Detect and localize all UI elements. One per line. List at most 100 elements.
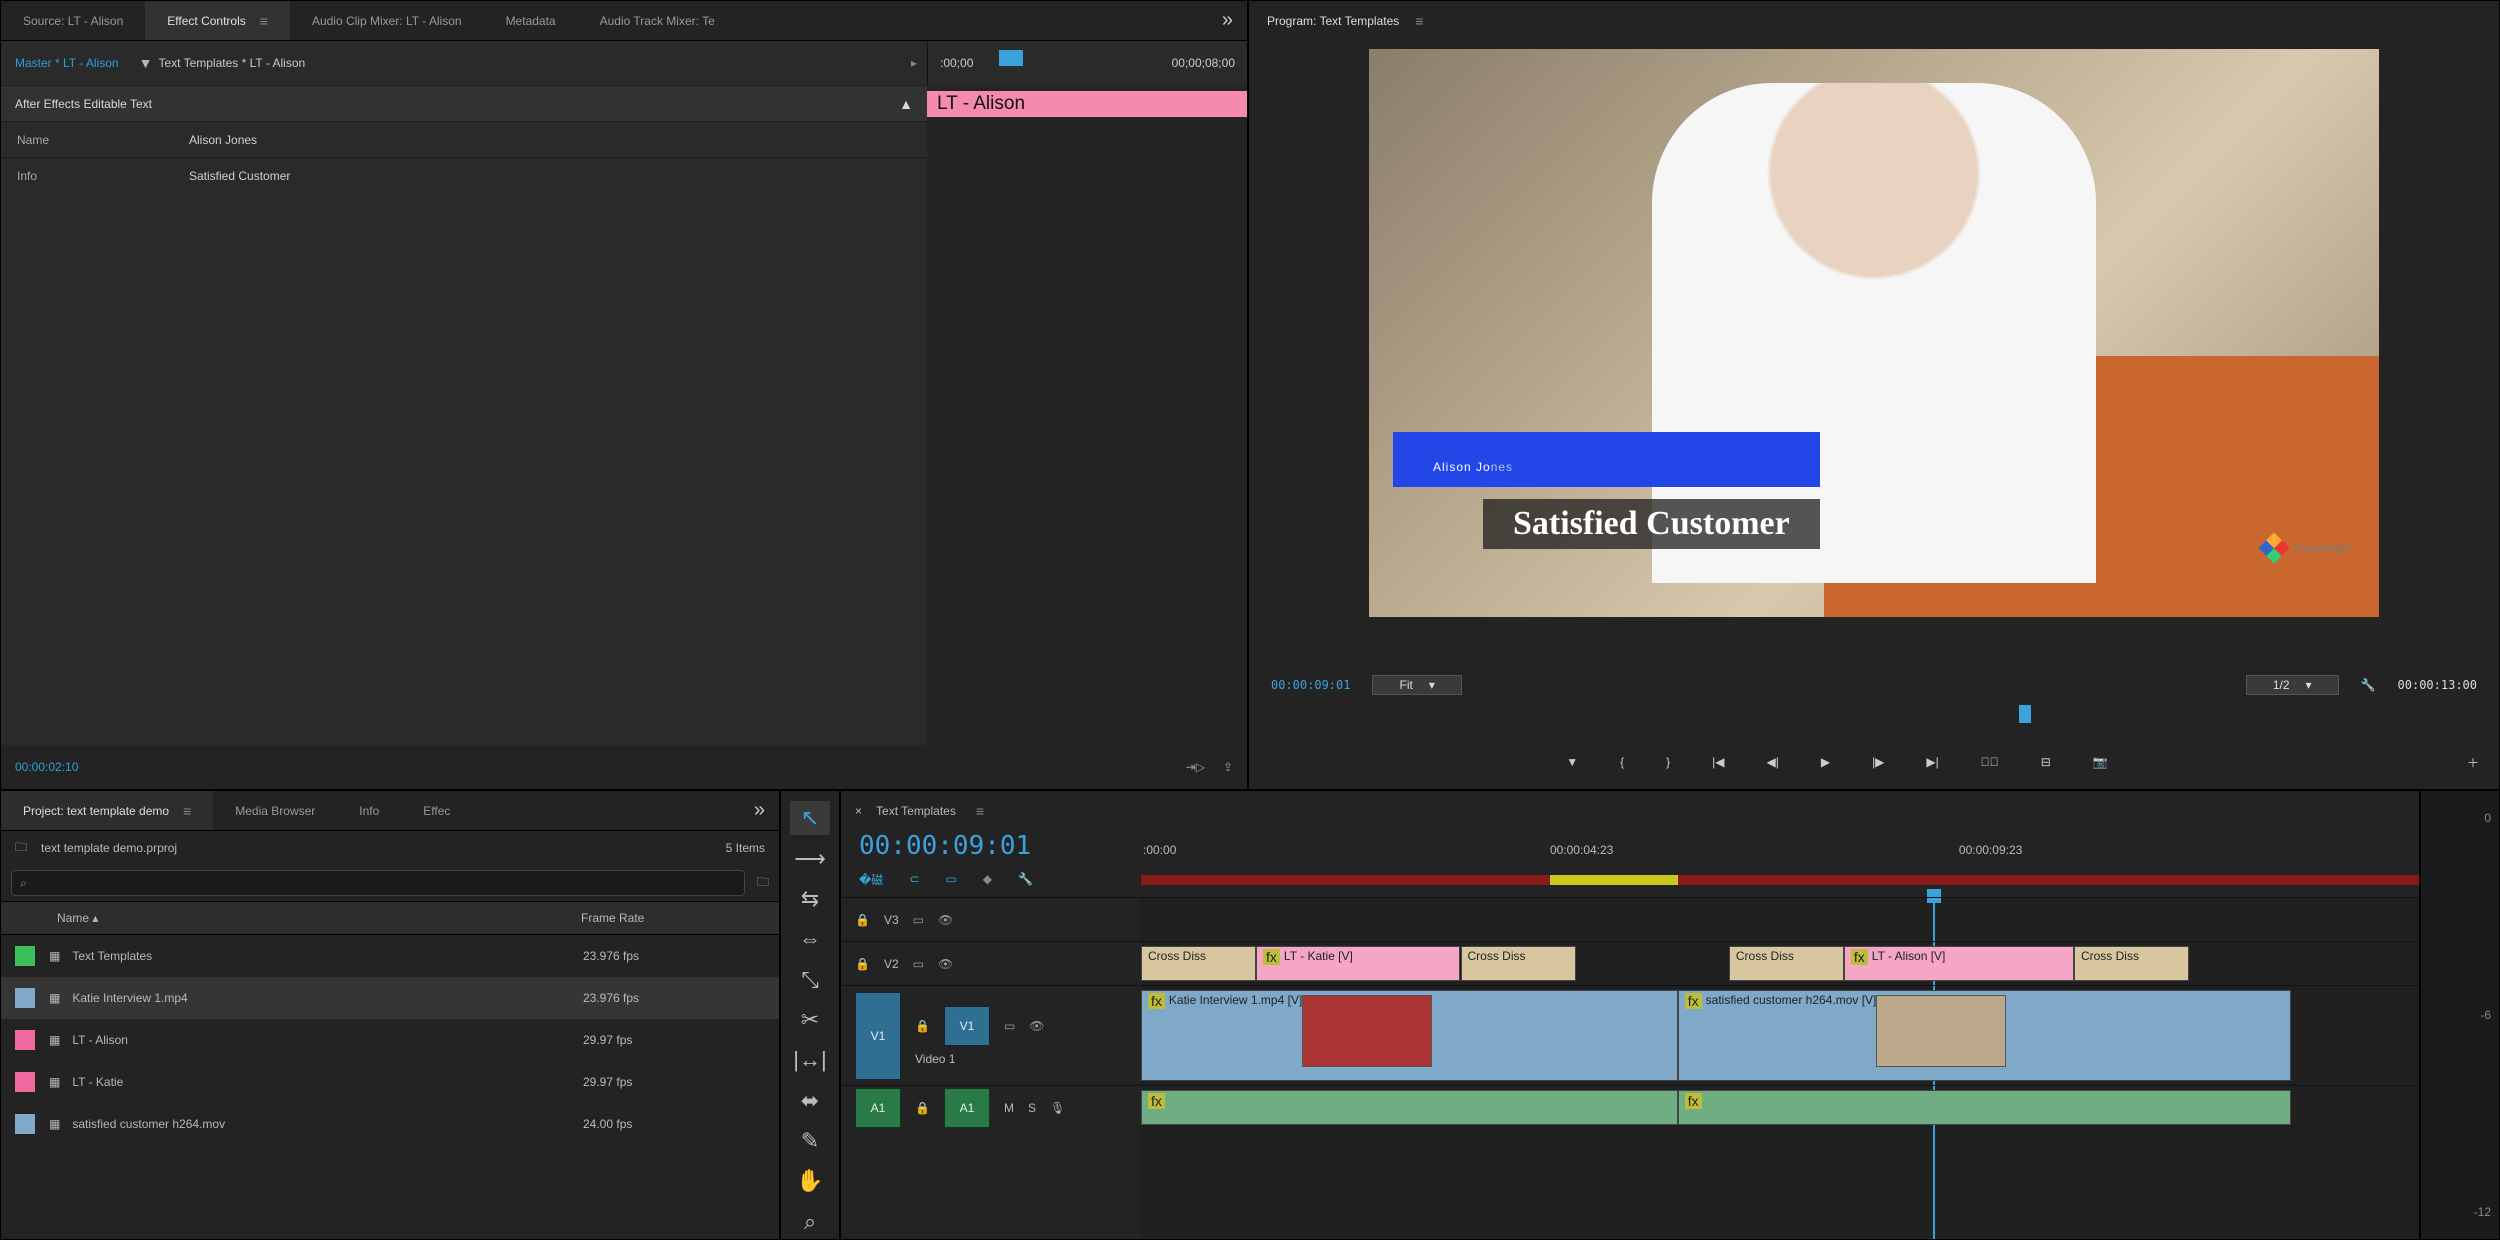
lock-icon[interactable]: 🔒 xyxy=(855,913,870,927)
project-item[interactable]: ▦LT - Katie 29.97 fps xyxy=(1,1061,779,1103)
program-current-tc[interactable]: 00:00:09:01 xyxy=(1271,678,1350,692)
sync-lock-icon[interactable]: ▭ xyxy=(913,957,924,971)
label-swatch[interactable] xyxy=(15,988,35,1008)
close-sequence-icon[interactable]: × xyxy=(855,804,862,818)
lock-icon[interactable]: 🔒 xyxy=(855,957,870,971)
timeline-clip[interactable]: fxLT - Katie [V] xyxy=(1256,946,1460,981)
label-swatch[interactable] xyxy=(15,946,35,966)
rolling-edit-tool[interactable]: ⇔ xyxy=(790,922,830,956)
track-header-v3[interactable]: 🔒 V3 ▭ 👁 xyxy=(841,897,1141,941)
project-search-input[interactable]: ⌕ xyxy=(11,870,745,896)
tab-audio-clip-mixer[interactable]: Audio Clip Mixer: LT - Alison xyxy=(290,1,484,40)
time-ruler[interactable]: :00:00 00:00:04:23 00:00:09:23 xyxy=(1141,843,2419,875)
timeline-clip[interactable]: Cross Diss xyxy=(1141,946,1256,981)
timeline-clip[interactable]: Cross Diss xyxy=(2074,946,2189,981)
tab-source[interactable]: Source: LT - Alison xyxy=(1,1,145,40)
razor-tool[interactable]: ✂ xyxy=(790,1003,830,1037)
tabs-overflow-button[interactable]: » xyxy=(1208,9,1247,32)
hand-tool[interactable]: ✋ xyxy=(790,1164,830,1198)
project-item[interactable]: ▦Katie Interview 1.mp4 23.976 fps xyxy=(1,977,779,1019)
mini-timeline-clip[interactable]: LT - Alison xyxy=(927,91,1247,117)
source-patch-a1[interactable]: A1 xyxy=(855,1088,901,1128)
track-header-v1[interactable]: V1 🔒 V1 ▭ 👁 Video 1 xyxy=(841,985,1141,1085)
settings-icon[interactable]: 🔧 xyxy=(1018,872,1033,886)
slip-tool[interactable]: |↔| xyxy=(790,1043,830,1077)
lift-button[interactable]: �⃞ xyxy=(1981,755,1999,769)
lock-icon[interactable]: 🔒 xyxy=(915,1019,930,1033)
fx-badge-icon[interactable]: fx xyxy=(1851,949,1868,965)
go-to-out-button[interactable]: ▶| xyxy=(1926,755,1938,769)
loop-playback-icon[interactable]: ⇥▷ xyxy=(1186,760,1205,774)
sequence-tab[interactable]: Text Templates xyxy=(876,804,956,818)
tab-audio-track-mixer[interactable]: Audio Track Mixer: Te xyxy=(578,1,737,40)
eye-icon[interactable]: 👁 xyxy=(1029,1019,1044,1033)
track-v3[interactable] xyxy=(1141,897,2419,941)
timeline-clip[interactable]: fx xyxy=(1678,1090,2291,1125)
step-back-button[interactable]: ◀| xyxy=(1766,755,1778,769)
label-swatch[interactable] xyxy=(15,1114,35,1134)
solo-icon[interactable]: S xyxy=(1028,1101,1036,1115)
col-frame-rate[interactable]: Frame Rate xyxy=(581,911,644,925)
param-info-value[interactable]: Satisfied Customer xyxy=(181,169,927,183)
clips-area[interactable]: Cross DissfxLT - Katie [V]Cross DissCros… xyxy=(1141,897,2419,1239)
track-a1[interactable]: fxfx xyxy=(1141,1085,2419,1129)
export-frame-button[interactable]: 📷 xyxy=(2093,755,2108,769)
sync-lock-icon[interactable]: ▭ xyxy=(1004,1019,1015,1033)
fx-current-tc[interactable]: 00:00:02:10 xyxy=(15,760,78,774)
slide-tool[interactable]: ⬌ xyxy=(790,1084,830,1118)
timeline-clip[interactable]: Cross Diss xyxy=(1729,946,1844,981)
tab-project[interactable]: Project: text template demo≡ xyxy=(1,791,213,830)
track-select-tool[interactable]: ⟶ xyxy=(790,841,830,875)
pen-tool[interactable]: ✎ xyxy=(790,1124,830,1158)
fx-badge-icon[interactable]: fx xyxy=(1148,993,1165,1009)
param-name-value[interactable]: Alison Jones xyxy=(181,133,927,147)
track-header-a1[interactable]: A1 🔒 A1 M S 🎙 xyxy=(841,1085,1141,1129)
tabs-overflow-button[interactable]: » xyxy=(740,799,779,822)
marker-icon[interactable]: ◆ xyxy=(983,872,992,886)
selection-tool[interactable]: ↖ xyxy=(790,801,830,835)
zoom-tool[interactable]: ⌕ xyxy=(790,1205,830,1239)
mark-in-button[interactable]: { xyxy=(1620,755,1624,769)
mute-icon[interactable]: M xyxy=(1004,1101,1014,1115)
source-patch-v1[interactable]: V1 xyxy=(855,992,901,1080)
zoom-select[interactable]: Fit▾ xyxy=(1372,675,1461,695)
add-marker-icon[interactable]: ▭ xyxy=(945,872,956,886)
fx-badge-icon[interactable]: fx xyxy=(1263,949,1280,965)
mark-out-button[interactable]: } xyxy=(1666,755,1670,769)
export-frame-icon[interactable]: ⇪ xyxy=(1223,760,1233,774)
project-item[interactable]: ▦Text Templates 23.976 fps xyxy=(1,935,779,977)
section-ae-editable-text[interactable]: After Effects Editable Text ▲ xyxy=(1,85,927,121)
project-item[interactable]: ▦LT - Alison 29.97 fps xyxy=(1,1019,779,1061)
timeline-clip[interactable]: fx xyxy=(1141,1090,1678,1125)
collapse-icon[interactable]: ▲ xyxy=(899,96,927,112)
resolution-select[interactable]: 1/2▾ xyxy=(2246,675,2339,695)
program-playhead-icon[interactable] xyxy=(2019,705,2031,723)
track-name-v1[interactable]: Video 1 xyxy=(915,1052,1045,1066)
mini-playhead-icon[interactable] xyxy=(999,50,1023,66)
fx-badge-icon[interactable]: fx xyxy=(1685,1093,1702,1109)
button-editor-add[interactable]: ＋ xyxy=(2467,754,2499,771)
snap-icon[interactable]: �磁 xyxy=(859,871,883,888)
panel-menu-icon[interactable]: ≡ xyxy=(183,803,191,819)
timeline-current-tc[interactable]: 00:00:09:01 xyxy=(841,831,1141,861)
project-item[interactable]: ▦satisfied customer h264.mov 24.00 fps xyxy=(1,1103,779,1145)
tab-metadata[interactable]: Metadata xyxy=(484,1,578,40)
eye-icon[interactable]: 👁 xyxy=(938,957,953,971)
linked-selection-icon[interactable]: ⊂ xyxy=(909,872,919,886)
timeline-clip[interactable]: fxKatie Interview 1.mp4 [V] xyxy=(1141,990,1678,1081)
track-header-v2[interactable]: 🔒 V2 ▭ 👁 xyxy=(841,941,1141,985)
timeline-clip[interactable]: fxsatisfied customer h264.mov [V] xyxy=(1678,990,2291,1081)
tab-media-browser[interactable]: Media Browser xyxy=(213,791,337,830)
tab-effects[interactable]: Effec xyxy=(401,791,472,830)
eye-icon[interactable]: 👁 xyxy=(938,913,953,927)
panel-menu-icon[interactable]: ≡ xyxy=(1415,13,1423,29)
go-to-clip-icon[interactable]: ▸ xyxy=(911,56,927,70)
master-clip-link[interactable]: Master * LT - Alison xyxy=(1,56,133,70)
lock-icon[interactable]: 🔒 xyxy=(915,1101,930,1115)
new-bin-icon[interactable]: 🗀 xyxy=(757,873,769,894)
chevron-down-icon[interactable]: ▼ xyxy=(139,55,153,71)
col-name[interactable]: Name ▴ xyxy=(1,911,581,925)
timeline-clip[interactable]: fxLT - Alison [V] xyxy=(1844,946,2074,981)
tab-effect-controls[interactable]: Effect Controls≡ xyxy=(145,1,290,40)
program-viewer[interactable]: Alison Jones Satisfied Customer screenli… xyxy=(1249,41,2499,665)
